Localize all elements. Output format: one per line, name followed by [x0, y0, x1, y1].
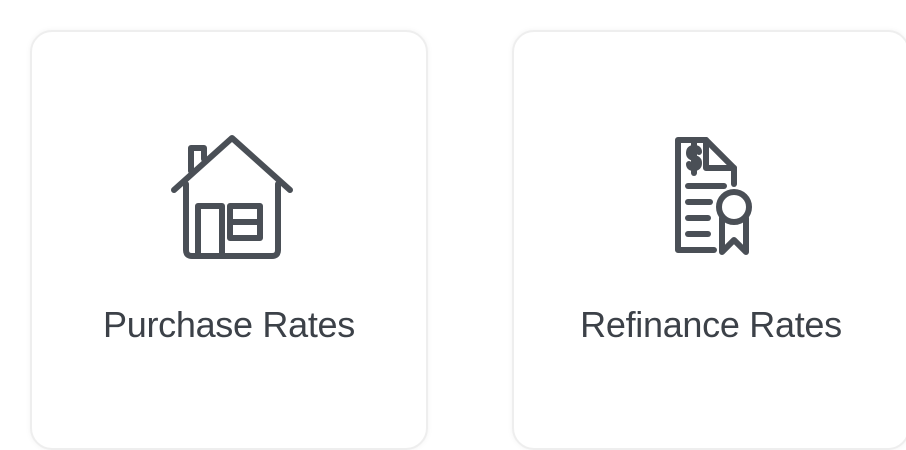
house-icon — [164, 132, 294, 262]
refinance-rates-label: Refinance Rates — [580, 304, 842, 345]
purchase-rates-label: Purchase Rates — [103, 304, 355, 345]
certificate-document-icon — [646, 132, 776, 262]
refinance-rates-card[interactable]: Refinance Rates — [512, 30, 906, 450]
purchase-rates-card[interactable]: Purchase Rates — [30, 30, 428, 450]
